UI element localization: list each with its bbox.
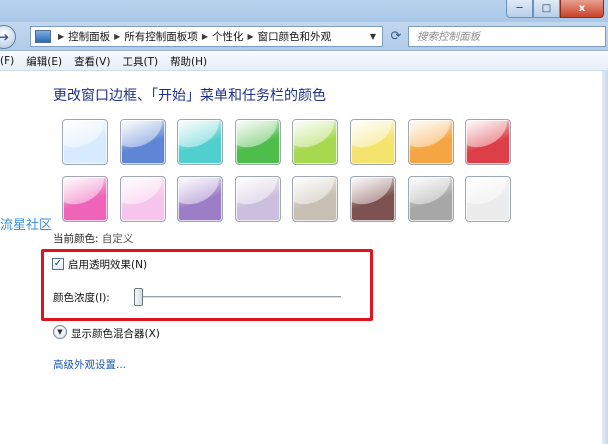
color-swatch-sky[interactable] [62,119,108,165]
breadcrumb-separator-icon[interactable]: ▶ [202,32,208,41]
page-title: 更改窗口边框、「开始」菜单和任务栏的颜色 [53,88,326,104]
transparency-label[interactable]: 启用透明效果(N) [68,257,147,272]
watermark-text: 流星社区 [0,218,53,233]
search-input[interactable]: 搜索控制面板 [408,26,606,47]
breadcrumb-separator-icon[interactable]: ▶ [114,32,120,41]
color-swatch-lemon[interactable] [350,119,396,165]
show-color-mixer-button[interactable]: 显示颜色混合器(X) [71,326,160,341]
minimize-button[interactable]: ─ [506,0,533,18]
transparency-checkbox[interactable]: ✓ [52,258,64,270]
forward-button[interactable]: ➔ [0,25,16,49]
chevron-down-icon[interactable]: ▼ [53,325,67,339]
address-row: ➔ ▶ 控制面板 ▶ 所有控制面板项 ▶ 个性化 ▶ 窗口颜色和外观 ▼ ⟳ 搜… [0,22,608,51]
breadcrumb-all-items[interactable]: 所有控制面板项 [124,29,198,44]
color-swatch-taupe[interactable] [292,176,339,222]
color-swatch-slate[interactable] [407,176,454,222]
color-swatch-violet[interactable] [177,176,224,222]
refresh-button[interactable]: ⟳ [386,26,406,47]
color-swatch-sea[interactable] [177,119,224,165]
current-color-value: 自定义 [101,233,134,245]
color-swatch-fuchsia[interactable] [62,176,108,222]
close-button[interactable]: x [560,0,604,18]
menu-tools[interactable]: 工具(T) [116,54,164,69]
window-controls: ─ □ x [506,0,604,18]
right-window-edge [602,71,608,444]
breadcrumb-personalization[interactable]: 个性化 [212,29,244,44]
color-intensity-label: 颜色浓度(I): [53,292,110,304]
control-panel-icon [35,30,51,43]
color-swatch-ruby[interactable] [465,119,512,165]
color-intensity-slider-thumb[interactable] [134,288,143,306]
refresh-icon: ⟳ [390,29,402,44]
breadcrumb-window-color[interactable]: 窗口颜色和外观 [258,29,332,44]
breadcrumb-separator-icon: ▶ [58,32,65,41]
advanced-appearance-link[interactable]: 高级外观设置... [53,357,126,372]
menu-view[interactable]: 查看(V) [68,54,116,69]
color-swatch-pumpkin[interactable] [407,119,454,165]
menu-help[interactable]: 帮助(H) [164,54,213,69]
menu-file[interactable]: (F) [0,55,20,67]
color-swatch-lavender[interactable] [234,176,281,222]
address-dropdown-icon[interactable]: ▼ [364,27,382,46]
menu-edit[interactable]: 编辑(E) [20,54,68,69]
maximize-button[interactable]: □ [533,0,560,18]
arrow-right-icon: ➔ [0,30,10,44]
color-swatch-leaf[interactable] [234,119,281,165]
search-placeholder: 搜索控制面板 [417,31,480,43]
color-swatch-frost[interactable] [465,176,512,222]
breadcrumb-separator-icon[interactable]: ▶ [247,32,253,41]
color-swatch-twilight[interactable] [119,119,166,165]
color-intensity-track[interactable] [134,296,341,299]
breadcrumb-control-panel[interactable]: 控制面板 [68,29,110,44]
color-swatch-blush[interactable] [119,176,166,222]
current-color-text: 当前颜色: 自定义 [53,231,133,246]
color-swatch-lime[interactable] [292,119,339,165]
menu-bar: (F) 编辑(E) 查看(V) 工具(T) 帮助(H) [0,52,608,71]
address-bar[interactable]: ▶ 控制面板 ▶ 所有控制面板项 ▶ 个性化 ▶ 窗口颜色和外观 ▼ [30,26,383,47]
current-color-label: 当前颜色: [53,233,99,245]
title-bar: ─ □ x [0,0,608,22]
color-swatch-chocolate[interactable] [350,176,396,222]
